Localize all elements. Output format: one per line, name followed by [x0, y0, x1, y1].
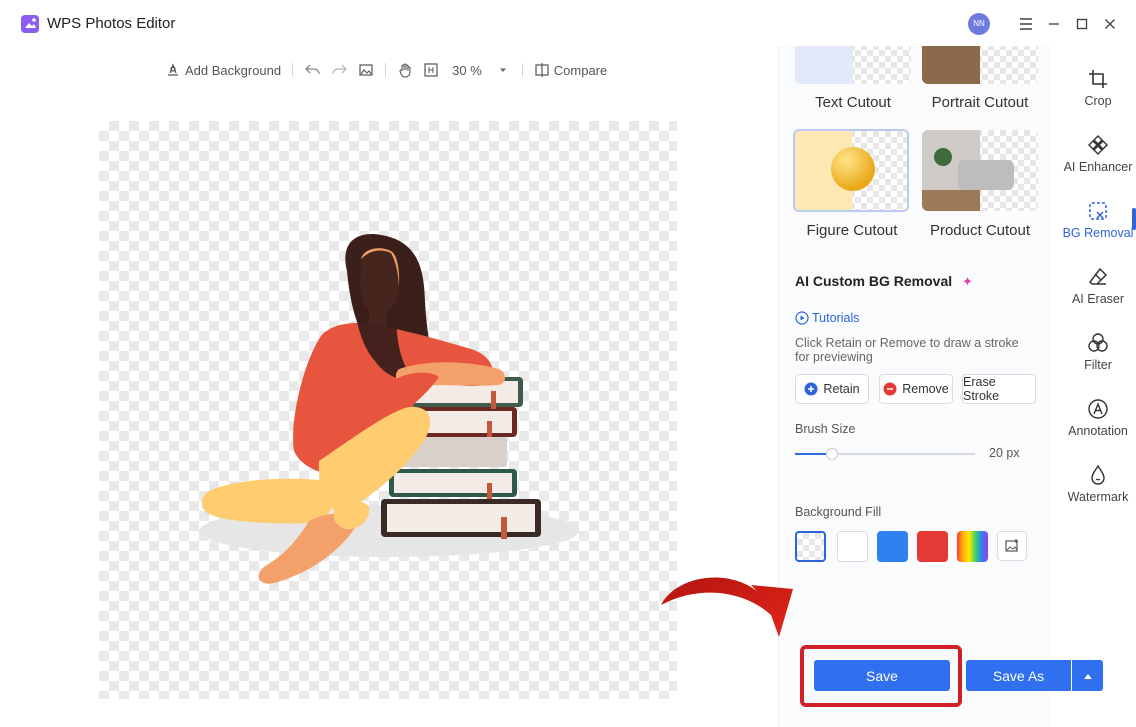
remove-button[interactable]: Remove	[879, 374, 953, 404]
title-bar: WPS Photos Editor NN	[0, 0, 1136, 46]
undo-button[interactable]	[299, 56, 326, 84]
fit-screen-button[interactable]	[418, 56, 444, 84]
toolbar-divider	[385, 63, 387, 77]
brush-size-slider-handle[interactable]	[826, 448, 838, 460]
save-as-dropdown-button[interactable]	[1072, 660, 1103, 691]
fill-white-swatch[interactable]	[837, 531, 868, 562]
add-background-label: Add Background	[185, 62, 282, 78]
product-cutout-thumbnail[interactable]	[922, 130, 1038, 211]
minus-circle-icon	[883, 382, 897, 396]
play-circle-icon	[795, 311, 809, 325]
minimize-button[interactable]	[1042, 12, 1066, 36]
toolbar-divider	[292, 63, 294, 77]
red-arrow-annotation	[661, 577, 793, 637]
erase-stroke-button[interactable]: Erase Stroke	[962, 374, 1036, 404]
background-fill-label: Background Fill	[795, 505, 882, 519]
rail-item-annotation[interactable]: Annotation	[1060, 398, 1136, 438]
maximize-button[interactable]	[1070, 12, 1094, 36]
zoom-select[interactable]: 30 %	[444, 56, 516, 84]
sparkle-icon: ✦	[962, 274, 973, 289]
text-cutout-label: Text Cutout	[815, 94, 891, 111]
fit-screen-icon	[424, 63, 438, 77]
close-icon	[1105, 19, 1115, 29]
rail-item-ai-eraser[interactable]: AI Eraser	[1060, 266, 1136, 306]
bg-removal-icon	[1089, 202, 1107, 220]
bg-removal-panel: Text Cutout Portrait Cutout Figure Cutou…	[778, 46, 1050, 727]
annotation-icon	[1088, 399, 1108, 419]
rail-item-filter[interactable]: Filter	[1060, 332, 1136, 372]
compare-button[interactable]: Compare	[529, 56, 612, 84]
image-icon	[359, 64, 373, 76]
ai-enhancer-icon	[1088, 135, 1108, 155]
rail-item-watermark[interactable]: Watermark	[1060, 464, 1136, 504]
rail-item-bg-removal[interactable]: BG Removal	[1060, 200, 1136, 240]
active-indicator	[1132, 208, 1136, 230]
tutorials-link[interactable]: Tutorials	[795, 311, 859, 325]
filter-icon	[1088, 333, 1108, 352]
fill-red-swatch[interactable]	[917, 531, 948, 562]
product-cutout-label: Product Cutout	[929, 222, 1031, 239]
caret-up-icon	[1083, 673, 1092, 679]
toolbar-divider	[521, 63, 523, 77]
figure-cutout-label: Figure Cutout	[806, 222, 898, 239]
save-button[interactable]: Save	[814, 660, 950, 691]
rail-item-crop[interactable]: Crop	[1060, 68, 1136, 108]
fill-blue-swatch[interactable]	[877, 531, 908, 562]
fill-gradient-swatch[interactable]	[957, 531, 988, 562]
hint-text: Click Retain or Remove to draw a stroke …	[795, 336, 1019, 364]
brush-size-label: Brush Size	[795, 422, 856, 436]
add-background-button[interactable]: Add Background	[160, 56, 286, 84]
image-add-icon	[1005, 539, 1018, 552]
undo-icon	[305, 64, 320, 75]
app-logo-icon	[21, 15, 39, 33]
brush-size-value: 20 px	[989, 446, 1020, 460]
image-canvas[interactable]	[99, 121, 677, 699]
portrait-cutout-label: Portrait Cutout	[931, 94, 1029, 111]
hamburger-icon	[1020, 18, 1032, 30]
zoom-value: 30 %	[452, 62, 482, 78]
menu-button[interactable]	[1014, 12, 1038, 36]
compare-label: Compare	[553, 62, 608, 78]
redo-icon	[332, 64, 348, 75]
redo-button[interactable]	[326, 56, 353, 84]
woman-with-books-illustration	[199, 234, 579, 584]
figure-cutout-thumbnail[interactable]	[793, 129, 909, 212]
add-background-icon	[168, 63, 178, 76]
section-title: AI Custom BG Removal ✦	[795, 273, 973, 289]
toolbar: Add Background 30 % Compare	[160, 56, 612, 84]
minimize-icon	[1049, 23, 1059, 25]
app-title: WPS Photos Editor	[47, 15, 176, 32]
rail-item-ai-enhancer[interactable]: AI Enhancer	[1060, 134, 1136, 174]
fill-transparent-swatch[interactable]	[795, 531, 826, 562]
hand-icon	[399, 63, 411, 78]
crop-icon	[1089, 70, 1107, 88]
compare-icon	[535, 63, 549, 77]
caret-down-icon	[499, 68, 506, 72]
image-button[interactable]	[353, 56, 379, 84]
pan-button[interactable]	[392, 56, 418, 84]
text-cutout-thumbnail[interactable]	[795, 46, 911, 84]
portrait-cutout-thumbnail[interactable]	[922, 46, 1038, 84]
tool-rail: Crop AI Enhancer BG Removal AI Eraser Fi…	[1060, 46, 1136, 727]
maximize-icon	[1076, 18, 1088, 30]
retain-button[interactable]: Retain	[795, 374, 869, 404]
avatar[interactable]: NN	[968, 13, 990, 35]
eraser-icon	[1089, 267, 1108, 285]
save-as-button[interactable]: Save As	[966, 660, 1071, 691]
plus-circle-icon	[804, 382, 818, 396]
custom-fill-button[interactable]	[997, 531, 1027, 561]
close-button[interactable]	[1098, 12, 1122, 36]
watermark-icon	[1091, 464, 1105, 485]
